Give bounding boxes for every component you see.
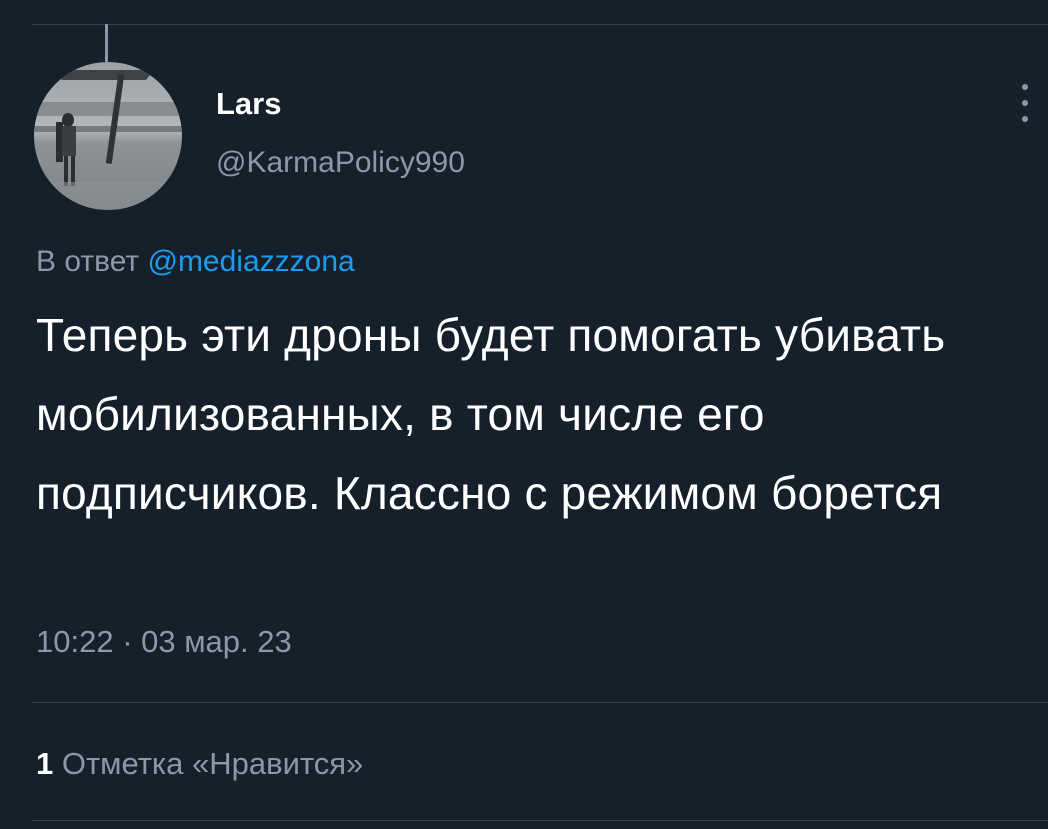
more-dot (1022, 100, 1028, 106)
reply-prefix: В ответ (36, 245, 140, 278)
more-dot (1022, 116, 1028, 122)
avatar-photo (34, 62, 182, 210)
reply-context: В ответ @mediazzzona (36, 244, 355, 280)
thread-connector-line (105, 24, 108, 62)
stats-divider (32, 702, 1048, 703)
likes-label: Отметка «Нравится» (61, 746, 364, 781)
author-display-name[interactable]: Lars (216, 86, 281, 122)
top-divider (32, 24, 1048, 25)
tweet-text: Теперь эти дроны будет помогать убивать … (36, 309, 946, 519)
likes-count: 1 (36, 746, 54, 781)
avatar[interactable] (34, 62, 182, 210)
bottom-divider (32, 820, 1048, 821)
more-vertical-icon[interactable] (1010, 80, 1040, 126)
author-handle[interactable]: @KarmaPolicy990 (216, 145, 465, 181)
tweet-timestamp[interactable]: 10:22 · 03 мар. 23 (36, 624, 292, 660)
likes-stat[interactable]: 1 Отметка «Нравится» (36, 746, 363, 782)
reply-mention-link[interactable]: @mediazzzona (147, 245, 354, 278)
more-dot (1022, 84, 1028, 90)
